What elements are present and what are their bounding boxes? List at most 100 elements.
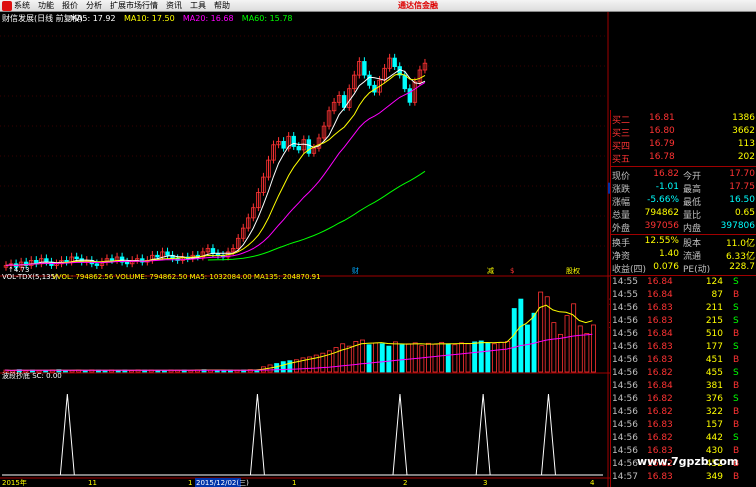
date-axis-label-1: 11 (88, 479, 97, 487)
tick-price: 16.82 (647, 394, 673, 404)
tick-price: 16.84 (647, 381, 673, 391)
stat-value: 0.076 (653, 262, 679, 272)
stat-value: 12.55% (644, 236, 679, 246)
stat-value: 397806 (720, 221, 755, 231)
volume-bar (399, 344, 405, 373)
menu-extended-market[interactable]: 扩展市场行情 (110, 0, 158, 11)
tick-time: 14:55 (612, 290, 638, 300)
stat-label: 换手 (612, 239, 631, 249)
stat-value: 0.65 (734, 208, 755, 218)
volume-bar (340, 343, 346, 373)
volume-bar (591, 324, 596, 373)
tick-time: 14:57 (612, 472, 638, 482)
volume-bar (445, 343, 451, 373)
bid-price: 16.80 (649, 126, 675, 136)
menu-analysis[interactable]: 分析 (86, 0, 102, 11)
tick-side: S (733, 433, 739, 443)
ma20-line (5, 81, 426, 267)
tick-time: 14:56 (612, 303, 638, 313)
volume-bar (491, 343, 497, 373)
tick-side: B (733, 472, 740, 482)
sc-spike-0 (59, 393, 75, 476)
tick-row-15: 14:57 16.83 349 B (611, 472, 756, 485)
stock-chart[interactable]: 财信发展(日线 前复权)MA5: 17.92 MA10: 17.50 MA20: 1… (0, 12, 636, 487)
volume-bar (498, 341, 504, 373)
tick-volume: 177 (705, 342, 723, 352)
sc-spike-4 (540, 393, 556, 476)
tick-price: 16.83 (647, 303, 673, 313)
tick-row-7: 14:56 16.82 455 S (611, 368, 756, 381)
stat-label: 外盘 (612, 224, 631, 234)
quote-panel: 买二 16.81 1386 买三 16.80 3662 买四 16.79 113 买五 16.78 2… (610, 110, 756, 487)
stat-row-2: 涨幅 -5.66% 最低 16.50 (611, 195, 756, 208)
volume-bar (287, 360, 293, 373)
volume-bar (538, 291, 544, 373)
event-marker-3: 股权 (566, 266, 580, 275)
volume-bar (458, 342, 464, 373)
stat-label: 涨跌 (612, 185, 631, 195)
stat-value: 228.7 (729, 262, 755, 272)
bid-volume: 1386 (732, 113, 755, 123)
sc-indicator-layer (2, 393, 603, 476)
tick-volume: 442 (705, 433, 723, 443)
stat-value: 16.50 (729, 195, 755, 205)
date-axis-label-6: 3 (483, 479, 487, 487)
sc-spike-1 (249, 393, 265, 476)
sc-spike-3 (475, 393, 491, 476)
menu-news[interactable]: 资讯 (166, 0, 182, 11)
stat-value: 16.82 (653, 169, 679, 179)
tick-volume: 376 (705, 394, 723, 404)
bid-row-0: 买二 16.81 1386 (611, 113, 756, 126)
candlestick-layer (3, 53, 428, 271)
tick-price: 16.82 (647, 433, 673, 443)
volume-layer (3, 291, 596, 373)
menu-quote[interactable]: 报价 (62, 0, 78, 11)
candle-body (94, 263, 100, 266)
volume-bar (544, 296, 550, 373)
menu-tools[interactable]: 工具 (190, 0, 206, 11)
volume-bar (274, 363, 280, 373)
volume-bar (485, 342, 491, 373)
stat-row-3: 总量 794862 量比 0.65 (611, 208, 756, 221)
volume-bar (564, 315, 570, 373)
tick-volume: 349 (705, 472, 723, 482)
volume-bar (346, 345, 352, 373)
tick-row-4: 14:56 16.84 510 B (611, 329, 756, 342)
app-logo-icon (2, 0, 12, 11)
menu-system[interactable]: 系统 (14, 0, 30, 11)
bid-row-2: 买四 16.79 113 (611, 139, 756, 152)
candle-body (124, 261, 130, 265)
sc-indicator-title: 波段抄底 SC: 0.00 (2, 371, 62, 380)
candle-body (155, 254, 160, 258)
bid-row-1: 买三 16.80 3662 (611, 126, 756, 139)
volume-bar (518, 298, 524, 373)
tick-side: S (733, 342, 739, 352)
candle-body (291, 135, 296, 147)
tick-side: B (733, 290, 740, 300)
stat-label: 总量 (612, 211, 631, 221)
tick-side: B (733, 381, 740, 391)
bid-row-3: 买五 16.78 202 (611, 152, 756, 165)
tick-time: 14:56 (612, 433, 638, 443)
volume-bar (551, 322, 557, 373)
volume-bar (386, 345, 392, 373)
tick-row-10: 14:56 16.82 322 B (611, 407, 756, 420)
menu-function[interactable]: 功能 (38, 0, 54, 11)
menu-help[interactable]: 帮助 (214, 0, 230, 11)
sc-spike-2 (392, 393, 408, 476)
stat-value: 17.70 (729, 169, 755, 179)
bid-volume: 113 (737, 139, 755, 149)
volume-indicator-values: VVOL: 794862.56 VOLUME: 794862.50 MA5: 1… (52, 273, 321, 281)
tick-price: 16.83 (647, 342, 673, 352)
tick-price: 16.83 (647, 472, 673, 482)
tick-side: S (733, 394, 739, 404)
date-axis-label-0: 2015年 (2, 478, 27, 487)
tick-time: 14:56 (612, 368, 638, 378)
volume-bar (379, 343, 385, 373)
tick-side: B (733, 329, 740, 339)
candle-body (392, 57, 397, 67)
tick-side: S (733, 277, 739, 287)
bid-label: 买四 (612, 142, 631, 152)
candle-body (74, 256, 79, 260)
tick-side: B (733, 407, 740, 417)
